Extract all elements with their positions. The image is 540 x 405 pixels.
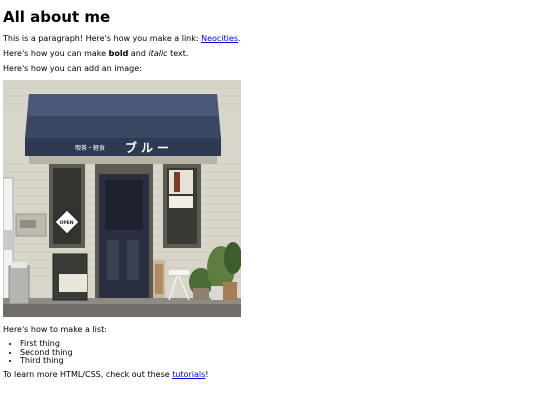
list-item: Second thing xyxy=(20,348,540,358)
open-sign: OPEN xyxy=(60,220,74,226)
neocities-link[interactable]: Neocities xyxy=(201,34,238,43)
format-paragraph: Here's how you can make bold and italic … xyxy=(3,49,540,59)
link-paragraph-end: . xyxy=(238,34,241,43)
format-paragraph-text: Here's how you can make xyxy=(3,49,109,58)
tutorials-link[interactable]: tutorials xyxy=(172,370,205,379)
image-paragraph: Here's how you can add an image: xyxy=(3,64,142,73)
format-paragraph-middle: and xyxy=(128,49,149,58)
format-paragraph-end: text. xyxy=(167,49,189,58)
link-paragraph-text: This is a paragraph! Here's how you make… xyxy=(3,34,202,43)
link-paragraph: This is a paragraph! Here's how you make… xyxy=(3,34,540,44)
page-body: All about me This is a paragraph! Here's… xyxy=(0,0,540,405)
awning-large-sign: ブルー xyxy=(125,140,173,155)
page-title: All about me xyxy=(3,8,111,26)
list-item: First thing xyxy=(20,339,540,349)
bullet-list: First thing Second thing Third thing xyxy=(3,339,540,366)
list-item: Third thing xyxy=(20,357,540,366)
awning-small-sign: 喫茶・軽食 xyxy=(75,144,105,152)
bold-text: bold xyxy=(108,49,129,58)
italic-text: italic xyxy=(148,49,168,58)
list-paragraph: Here's how to make a list: xyxy=(3,325,107,334)
learn-paragraph-text: To learn more HTML/CSS, check out these xyxy=(3,369,173,379)
cafe-storefront-image: 喫茶・軽食 ブルー OPEN xyxy=(3,80,241,317)
learn-paragraph-end: ! xyxy=(205,369,209,379)
learn-paragraph: To learn more HTML/CSS, check out these … xyxy=(3,370,540,380)
